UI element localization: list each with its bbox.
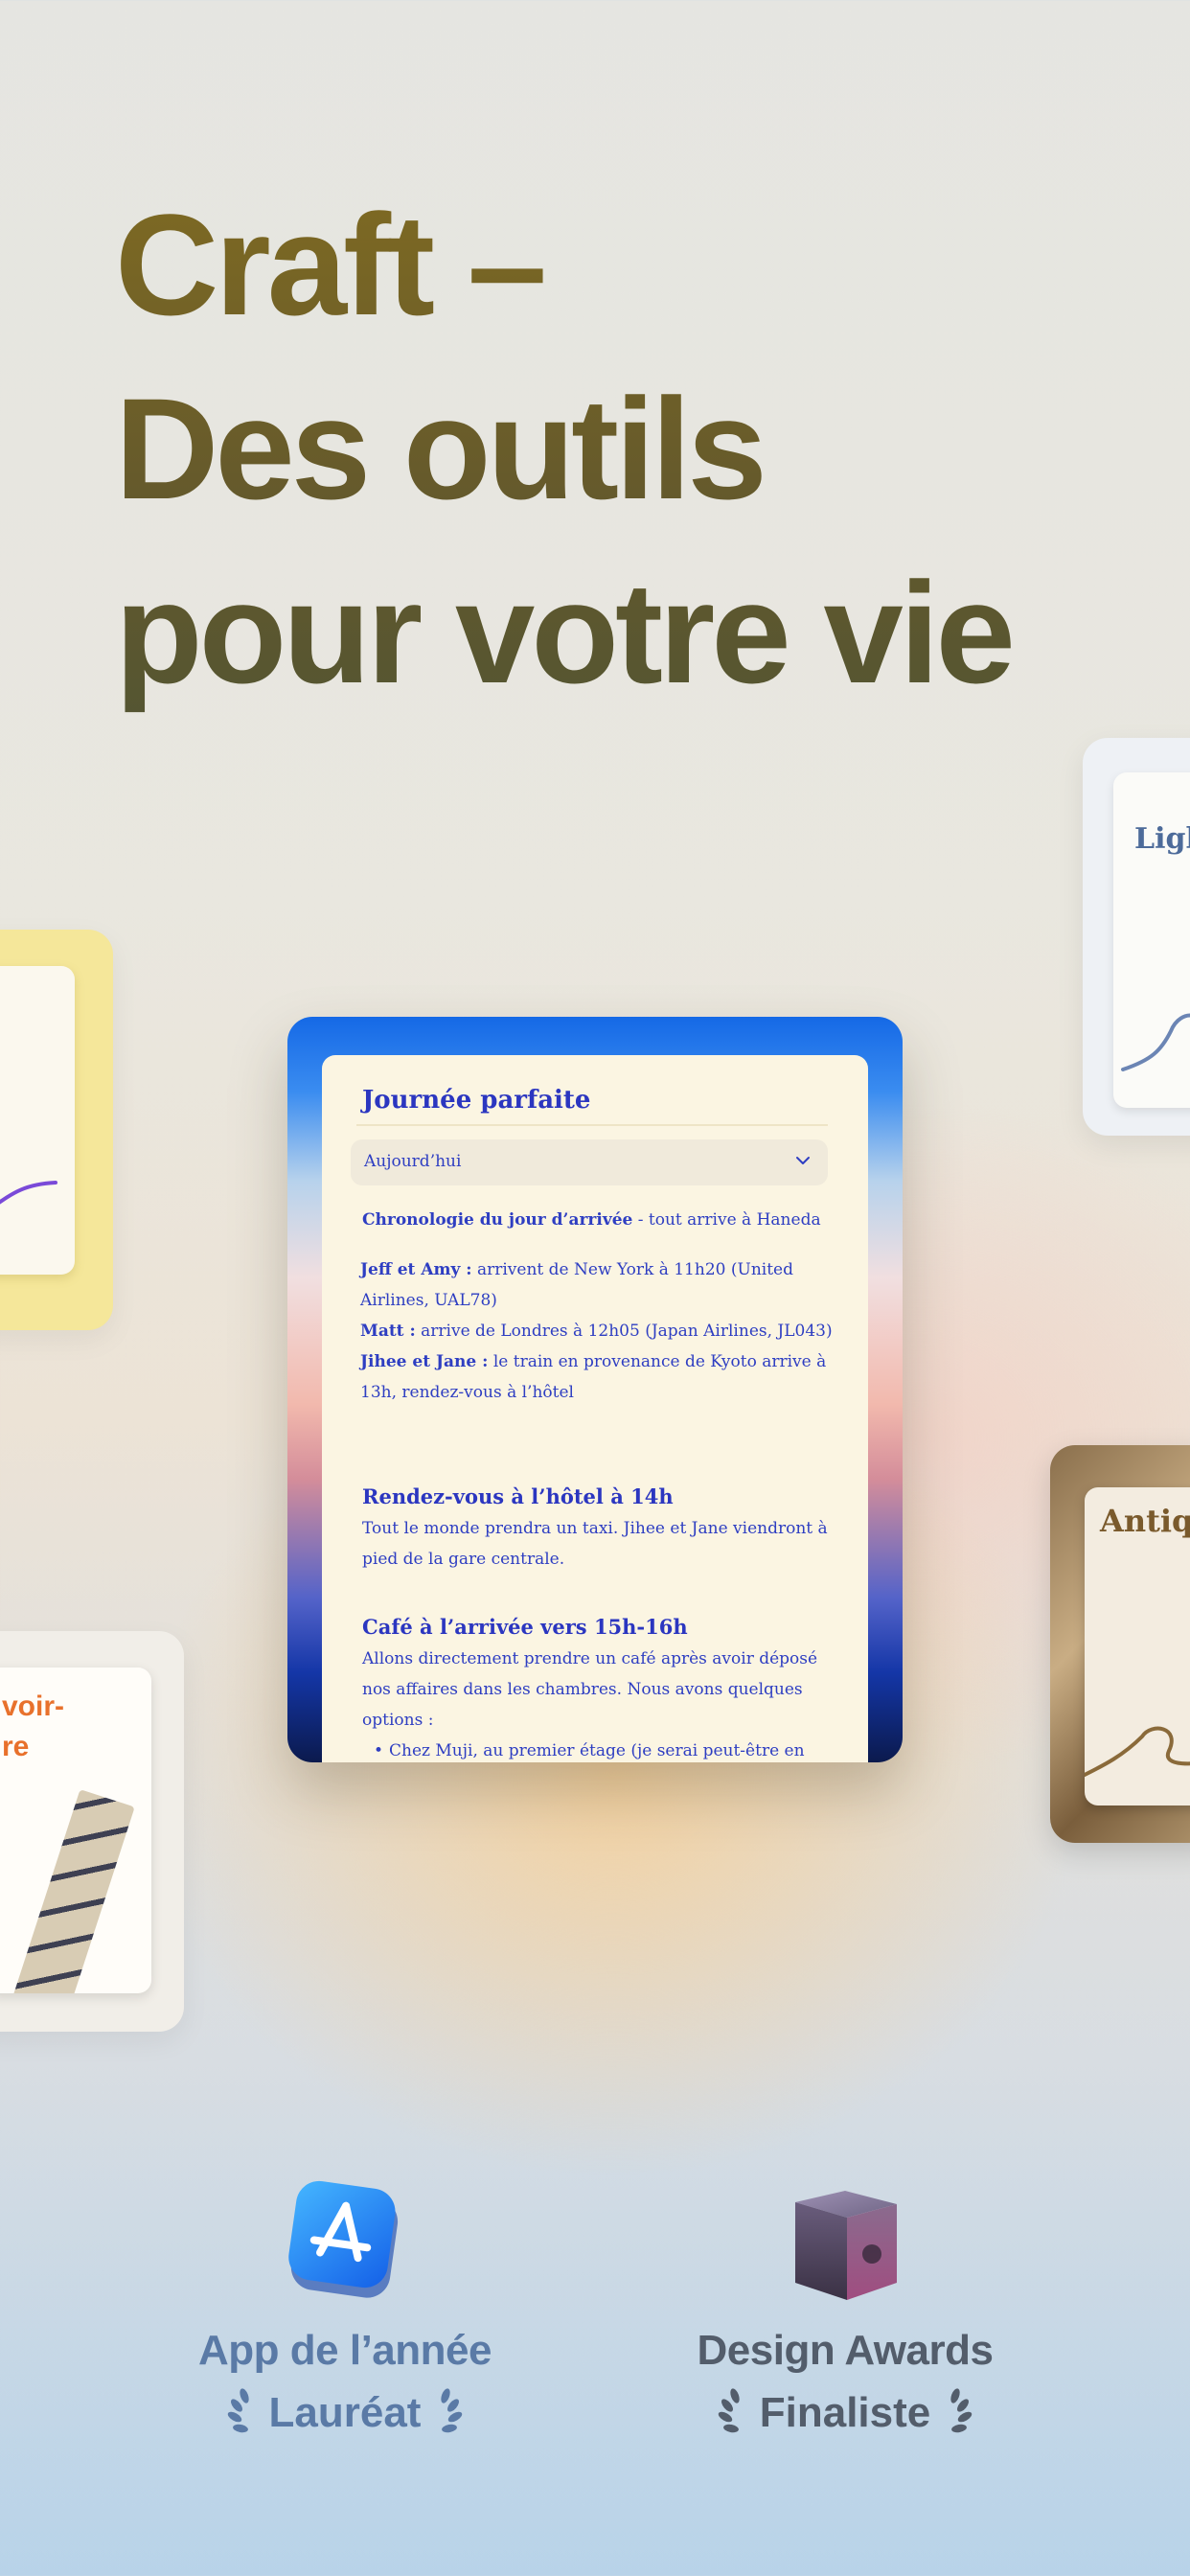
laurel-right-icon <box>441 2388 463 2433</box>
award-app-of-year-subtitle-row: Lauréat <box>182 2388 508 2438</box>
section-coffee-heading: Café à l’arrivée vers 15h-16h <box>362 1615 688 1639</box>
laurel-left-icon <box>718 2388 740 2433</box>
bullet-item-muji: Chez Muji, au premier étage (je serai pe… <box>374 1736 820 1762</box>
award-design-awards: Design Awards Finaliste <box>671 2327 1019 2438</box>
purple-curve-icon <box>0 1181 57 1205</box>
award-app-of-year-subtitle: Lauréat <box>268 2389 422 2436</box>
award-design-awards-subtitle: Finaliste <box>759 2389 931 2436</box>
timeline-rest: - tout arrive à Haneda <box>632 1210 821 1230</box>
headline-line-3: pour votre vie <box>115 552 1012 713</box>
section-coffee-text: Allons directement prendre un café après… <box>362 1649 818 1730</box>
main-doc-card[interactable]: Journée parfaite Aujourd’hui Chronologie… <box>287 1017 903 1762</box>
matt-rest: arrive de Londres à 12h05 (Japan Airline… <box>415 1322 833 1341</box>
antique-doc-card-page: Antiq <box>1085 1487 1190 1806</box>
blue-doc-card-page: Ligh <box>1113 772 1190 1108</box>
timeline-bold: Chronologie du jour d’arrivée <box>362 1210 633 1230</box>
app-store-icon <box>288 2180 399 2298</box>
laurel-right-icon <box>950 2388 973 2433</box>
document-title: Journée parfaite <box>362 1086 591 1115</box>
blue-doc-card[interactable]: Ligh <box>1083 738 1190 1136</box>
orange-doc-card-page: voir- re <box>0 1668 151 1993</box>
yellow-doc-card[interactable] <box>0 930 113 1330</box>
jeff-bold: Jeff et Amy : <box>360 1260 472 1279</box>
title-divider <box>356 1124 828 1126</box>
brown-squiggle-icon <box>1085 1726 1190 1777</box>
antique-doc-card[interactable]: Antiq <box>1050 1445 1190 1843</box>
timeline-line: Chronologie du jour d’arrivée - tout arr… <box>362 1205 821 1235</box>
section-hotel-text: Tout le monde prendra un taxi. Jihee et … <box>362 1519 828 1569</box>
headline-line-1: Craft – <box>115 184 544 345</box>
document-page: Journée parfaite Aujourd’hui Chronologie… <box>322 1055 868 1762</box>
apple-design-award-cube-icon <box>795 2191 897 2300</box>
orange-doc-card-title: voir- re <box>2 1690 65 1762</box>
headline-line-2: Des outils <box>115 368 764 529</box>
date-dropdown[interactable]: Aujourd’hui <box>351 1139 828 1185</box>
jihee-bold: Jihee et Jane : <box>360 1352 489 1371</box>
award-design-awards-title: Design Awards <box>697 2327 994 2374</box>
award-app-of-year: App de l’année Lauréat <box>182 2327 508 2438</box>
loop-squiggle-icon <box>1121 1013 1190 1071</box>
section-hotel-heading: Rendez-vous à l’hôtel à 14h <box>362 1484 674 1508</box>
award-app-of-year-title: App de l’année <box>198 2327 492 2374</box>
headline: Craft – Des outils pour votre vie <box>115 172 1012 724</box>
laurel-left-icon <box>227 2388 249 2433</box>
orange-doc-card[interactable]: voir- re <box>0 1631 184 2032</box>
matt-bold: Matt : <box>360 1322 416 1341</box>
yellow-doc-card-page <box>0 966 75 1275</box>
chevron-down-icon <box>796 1157 810 1164</box>
award-design-awards-subtitle-row: Finaliste <box>671 2388 1019 2438</box>
arrivals-block: Jeff et Amy : arrivent de New York à 11h… <box>360 1254 839 1408</box>
patterned-fabric-image <box>3 1789 135 1993</box>
date-dropdown-value: Aujourd’hui <box>364 1152 462 1171</box>
